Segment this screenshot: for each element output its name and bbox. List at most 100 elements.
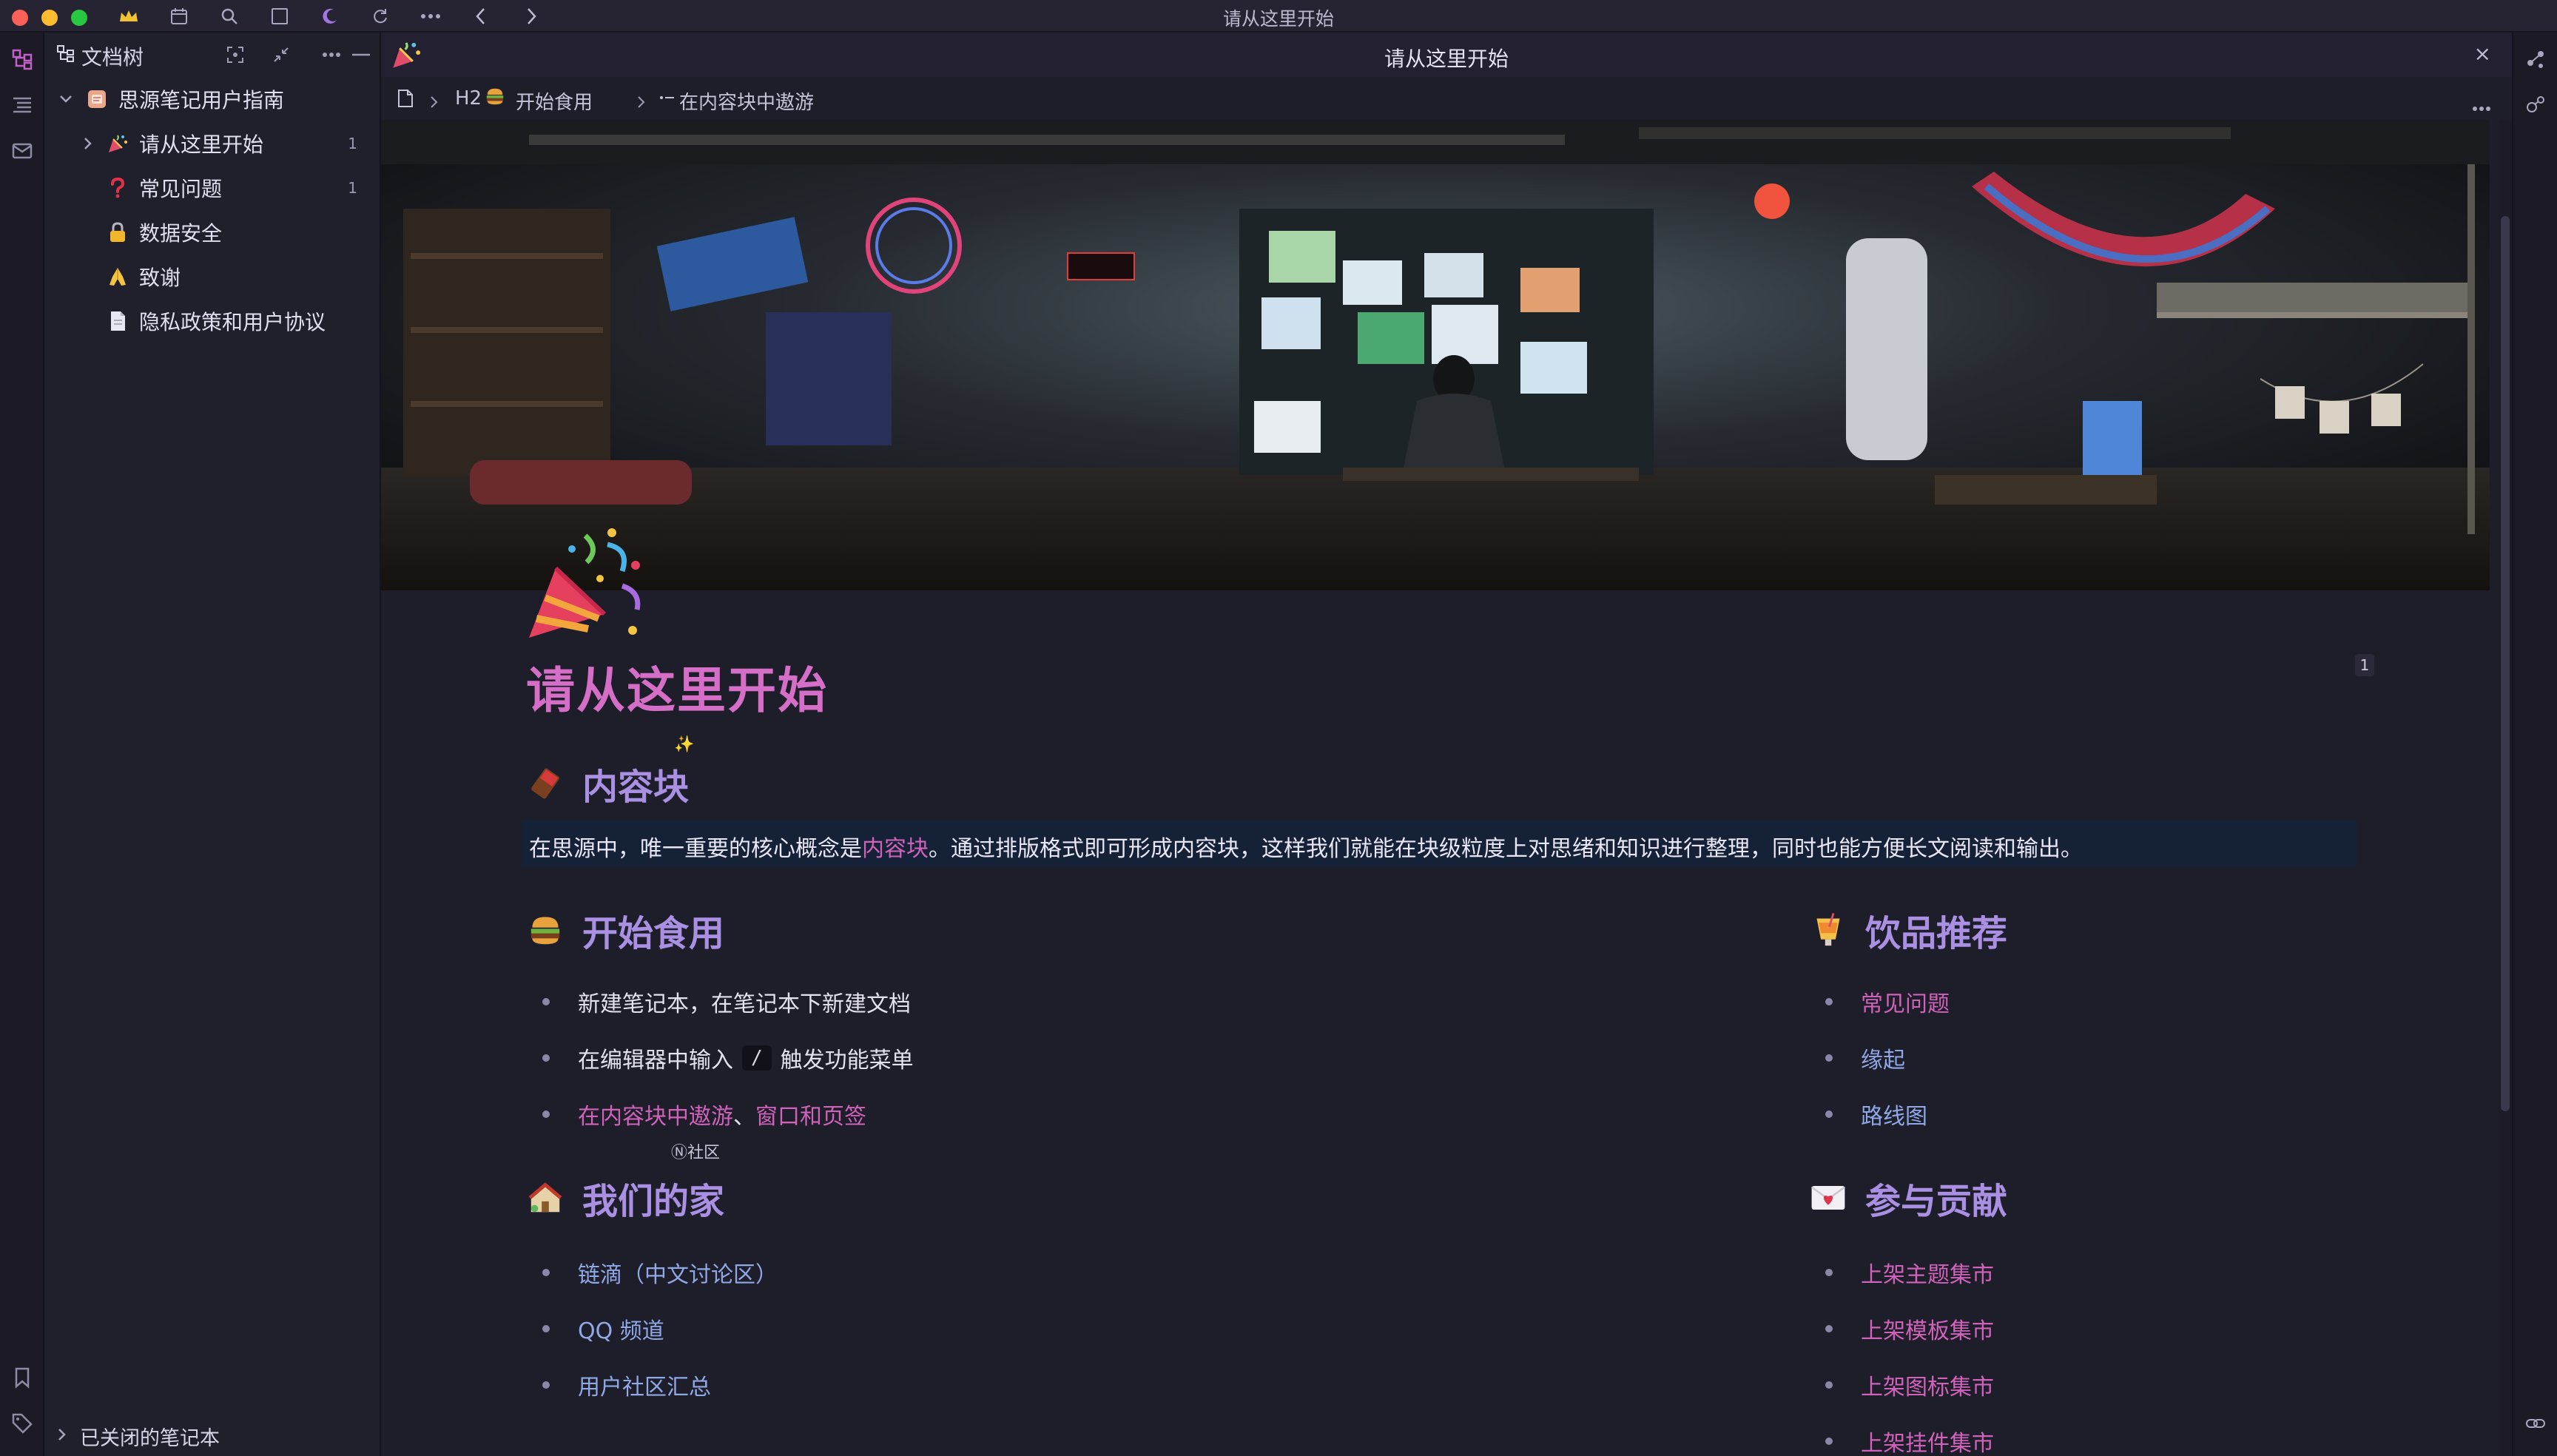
love-letter-icon — [1809, 1179, 1847, 1217]
link-widget-market[interactable]: 上架挂件集市 — [1861, 1425, 1994, 1456]
outline-icon[interactable] — [9, 92, 36, 118]
heading-text: 内容块 — [582, 766, 690, 808]
separator: 、 — [733, 1104, 755, 1130]
heading-text: 参与贡献 — [1865, 1181, 2008, 1222]
breadcrumb-current[interactable]: 在内容块中遨游 — [679, 87, 814, 115]
tab-bar: 请从这里开始 × — [381, 33, 2512, 77]
chevron-down-icon[interactable] — [55, 88, 77, 110]
heading-getting-started[interactable]: 开始食用 — [526, 904, 724, 956]
tag-icon[interactable] — [9, 1410, 36, 1437]
heading-text: 我们的家 — [582, 1181, 725, 1222]
graph-icon[interactable] — [2522, 46, 2549, 73]
editor-panel: 请从这里开始 × H2 开始食用 在内容块中遨游 请从这里开始 1 ✨ 内容块 … — [381, 33, 2512, 1456]
link-community-list[interactable]: 用户社区汇总 — [578, 1369, 711, 1401]
focus-icon[interactable] — [222, 41, 249, 68]
more-icon[interactable] — [318, 41, 345, 68]
minimize-panel-icon[interactable] — [348, 41, 374, 68]
list-item[interactable]: 在编辑器中输入 / 触发功能菜单 — [542, 1042, 914, 1074]
list-item[interactable]: 上架图标集市 — [1825, 1369, 1994, 1401]
inline-code-slash: / — [742, 1045, 772, 1071]
link-theme-market[interactable]: 上架主题集市 — [1861, 1256, 1994, 1289]
tree-item-label: 致谢 — [139, 266, 181, 290]
closed-notebooks-row[interactable]: 已关闭的笔记本 — [44, 1413, 381, 1455]
block-ref-link[interactable]: 内容块 — [862, 836, 929, 862]
list-item[interactable]: 上架挂件集市 — [1825, 1425, 1994, 1456]
house-garden-icon — [526, 1179, 565, 1217]
tab-start-here[interactable]: 请从这里开始 — [381, 43, 2512, 73]
list-icon — [659, 89, 676, 111]
link-roam-blocks[interactable]: 在内容块中遨游 — [578, 1098, 733, 1130]
para-text: 。通过排版格式即可形成内容块，这样我们就能在块级粒度上对思绪和知识进行整理，同时… — [929, 836, 2083, 862]
community-tag: Ⓝ社区 — [671, 1144, 721, 1162]
link-icon-market[interactable]: 上架图标集市 — [1861, 1369, 1994, 1401]
folded-hands-icon — [105, 264, 130, 289]
heading-text: 饮品推荐 — [1865, 913, 2008, 954]
list-item-text: 触发功能菜单 — [780, 1048, 914, 1074]
link-windows-tabs[interactable]: 窗口和页签 — [755, 1098, 866, 1130]
tree-item-thanks[interactable]: 致谢 — [44, 255, 381, 299]
document-title[interactable]: 请从这里开始 — [526, 651, 828, 722]
breadcrumb-section[interactable]: 开始食用 — [516, 87, 593, 115]
para-text: 在思源中，唯一重要的核心概念是 — [529, 836, 862, 862]
backlink-count-badge[interactable]: 1 — [2355, 654, 2374, 676]
bookmark-icon[interactable] — [9, 1364, 36, 1391]
list-item[interactable]: 新建笔记本，在笔记本下新建文档 — [542, 985, 911, 1018]
chevron-right-icon — [637, 92, 646, 114]
sparkle-icon: ✨ — [674, 735, 695, 754]
window-title: 请从这里开始 — [1222, 8, 1334, 30]
document-icon — [105, 309, 130, 334]
tree-item-label: 常见问题 — [139, 177, 223, 201]
tree-item-data-security[interactable]: 数据安全 — [44, 210, 381, 255]
scrollbar-thumb[interactable] — [2501, 216, 2510, 1111]
tree-item-label: 请从这里开始 — [139, 132, 264, 157]
list-item[interactable]: 上架主题集市 — [1825, 1256, 1994, 1289]
link-template-market[interactable]: 上架模板集市 — [1861, 1312, 1994, 1345]
link-roadmap[interactable]: 路线图 — [1861, 1098, 1927, 1130]
closed-notebooks-label: 已关闭的笔记本 — [80, 1427, 220, 1450]
editor-scrollbar[interactable] — [2499, 120, 2512, 1456]
filetree-panel: 文档树 思源笔记用户指南 请从这里开始 1 常见问题 1 数据安全 致谢 隐私政… — [44, 33, 381, 1456]
party-popper-icon[interactable] — [519, 527, 652, 653]
tree-item-faq[interactable]: 常见问题 1 — [44, 166, 381, 210]
tree-item-start-here[interactable]: 请从这里开始 1 — [44, 121, 381, 166]
left-dock — [0, 33, 44, 1456]
filetree-title: 文档树 — [81, 45, 144, 70]
link-faq[interactable]: 常见问题 — [1861, 985, 1950, 1018]
collapse-all-icon[interactable] — [268, 41, 294, 68]
list-item[interactable]: QQ 频道 — [542, 1312, 664, 1345]
list-item[interactable]: 在内容块中遨游、窗口和页签 — [542, 1098, 866, 1130]
chevron-right-icon[interactable] — [58, 1423, 67, 1446]
list-item[interactable]: 路线图 — [1825, 1098, 1927, 1130]
chevron-right-icon — [430, 92, 439, 114]
link-origin[interactable]: 缘起 — [1861, 1042, 1905, 1074]
notebook-row[interactable]: 思源笔记用户指南 — [44, 77, 381, 121]
inbox-icon[interactable] — [9, 138, 36, 164]
ref-count: 1 — [348, 135, 357, 152]
global-graph-icon[interactable] — [2522, 92, 2549, 118]
notebook-label: 思源笔记用户指南 — [118, 88, 285, 112]
list-item[interactable]: 缘起 — [1825, 1042, 1905, 1074]
list-item[interactable]: 常见问题 — [1825, 985, 1950, 1018]
doc-file-icon[interactable] — [397, 89, 414, 113]
heading-contribute[interactable]: 参与贡献 — [1809, 1172, 2007, 1224]
heading-drinks[interactable]: 饮品推荐 — [1809, 904, 2007, 956]
list-item[interactable]: 链滴（中文讨论区） — [542, 1256, 778, 1289]
list-item[interactable]: 用户社区汇总 — [542, 1369, 711, 1401]
filetree-icon[interactable] — [9, 46, 36, 73]
tree-item-privacy[interactable]: 隐私政策和用户协议 — [44, 299, 381, 343]
filetree-header-icon — [56, 44, 75, 67]
link-icon[interactable] — [2522, 1410, 2549, 1437]
more-icon[interactable] — [2472, 95, 2491, 117]
cover-image[interactable] — [381, 120, 2490, 590]
lock-icon — [105, 220, 130, 245]
chevron-right-icon[interactable] — [77, 132, 99, 155]
close-icon[interactable]: × — [2474, 41, 2491, 66]
link-qq-channel[interactable]: QQ 频道 — [578, 1312, 664, 1345]
breadcrumb-h2-label[interactable]: H2 — [455, 87, 482, 109]
intro-paragraph[interactable]: 在思源中，唯一重要的核心概念是内容块。通过排版格式即可形成内容块，这样我们就能在… — [522, 820, 2356, 867]
filetree-header: 文档树 — [44, 33, 381, 77]
list-item[interactable]: 上架模板集市 — [1825, 1312, 1994, 1345]
link-ld246[interactable]: 链滴（中文讨论区） — [578, 1256, 778, 1289]
heading-our-home[interactable]: 我们的家 — [526, 1172, 724, 1224]
heading-content-block[interactable]: 内容块 — [526, 758, 689, 809]
